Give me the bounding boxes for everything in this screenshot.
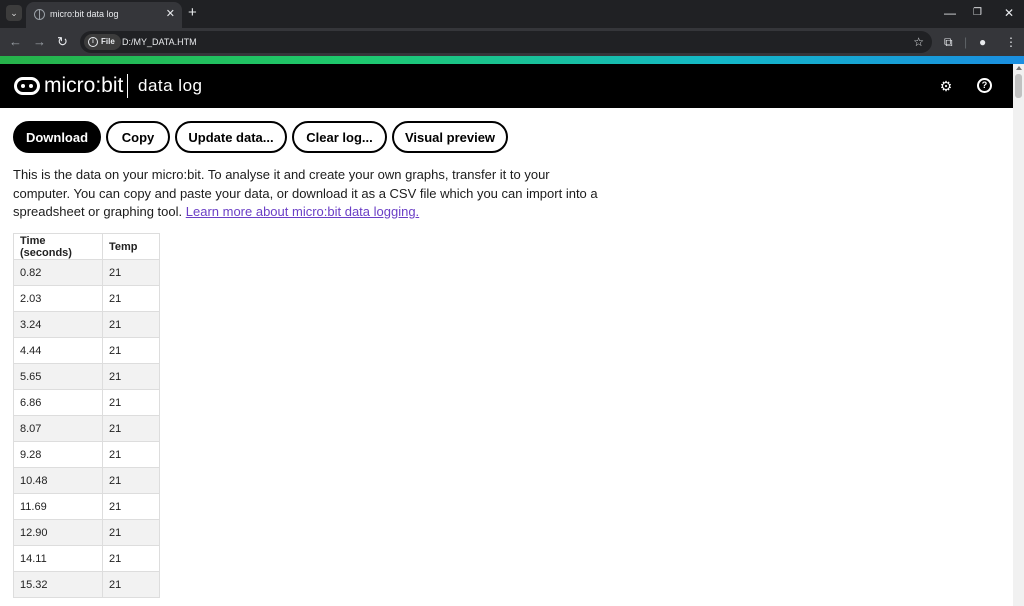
cell-time: 3.24: [13, 311, 103, 338]
cell-time: 12.90: [13, 519, 103, 546]
table-header-row: Time (seconds) Temp: [13, 233, 160, 260]
menu-kebab-icon[interactable]: ⋮: [1005, 34, 1017, 50]
cell-time: 9.28: [13, 441, 103, 468]
column-header-time: Time (seconds): [13, 233, 103, 260]
download-button[interactable]: Download: [13, 121, 101, 153]
browser-tab-bar: ⌄ micro:bit data log ✕ + — ❐ ✕: [0, 0, 1024, 28]
microbit-logo-icon: [14, 77, 40, 95]
site-info-chip[interactable]: i File: [84, 34, 121, 50]
cell-temp: 21: [102, 441, 160, 468]
extensions-icon[interactable]: ⧉: [944, 34, 953, 50]
scroll-thumb[interactable]: [1015, 74, 1022, 98]
help-icon[interactable]: ?: [977, 78, 992, 93]
table-row: 11.69 21: [13, 493, 160, 520]
table-row: 10.48 21: [13, 467, 160, 494]
table-body: 0.82 21 2.03 21 3.24 21 4.44 21 5.65 21 6.86 21 8.07…: [13, 259, 160, 598]
tab-title: micro:bit data log: [50, 9, 119, 19]
table-row: 9.28 21: [13, 441, 160, 468]
data-log-table: Time (seconds) Temp 0.82 21 2.03 21 3.24 21 4.…: [13, 233, 160, 598]
column-header-temp: Temp: [102, 233, 160, 260]
learn-more-link[interactable]: Learn more about micro:bit data logging.: [186, 204, 419, 219]
cell-time: 8.07: [13, 415, 103, 442]
cell-temp: 21: [102, 259, 160, 286]
table-row: 12.90 21: [13, 519, 160, 546]
cell-temp: 21: [102, 545, 160, 572]
site-info-label: File: [101, 37, 115, 46]
new-tab-button[interactable]: +: [188, 4, 197, 22]
cell-temp: 21: [102, 519, 160, 546]
restore-icon[interactable]: ❐: [973, 5, 982, 21]
cell-time: 15.32: [13, 571, 103, 598]
bookmark-star-icon[interactable]: ☆: [913, 33, 924, 51]
table-row: 5.65 21: [13, 363, 160, 390]
intro-paragraph: This is the data on your micro:bit. To a…: [13, 166, 598, 222]
app-title: data log: [138, 76, 203, 95]
profile-icon[interactable]: ●: [979, 34, 986, 50]
cell-temp: 21: [102, 571, 160, 598]
globe-icon: [34, 9, 45, 20]
cell-temp: 21: [102, 363, 160, 390]
cell-temp: 21: [102, 337, 160, 364]
table-row: 3.24 21: [13, 311, 160, 338]
cell-temp: 21: [102, 415, 160, 442]
cell-temp: 21: [102, 389, 160, 416]
tab-close-icon[interactable]: ✕: [166, 7, 175, 21]
table-row: 4.44 21: [13, 337, 160, 364]
table-row: 8.07 21: [13, 415, 160, 442]
copy-button[interactable]: Copy: [106, 121, 170, 153]
table-row: 0.82 21: [13, 259, 160, 286]
app-header: micro:bit data log ⚙ ?: [0, 64, 1013, 108]
cell-time: 4.44: [13, 337, 103, 364]
cell-time: 14.11: [13, 545, 103, 572]
toolbar-divider: |: [964, 35, 968, 49]
url-text: D:/MY_DATA.HTM: [122, 37, 197, 47]
browser-tab[interactable]: micro:bit data log ✕: [26, 2, 182, 28]
cell-temp: 21: [102, 285, 160, 312]
table-row: 15.32 21: [13, 571, 160, 598]
page-scrollbar[interactable]: [1013, 64, 1024, 606]
minimize-icon[interactable]: —: [944, 5, 956, 21]
cell-time: 5.65: [13, 363, 103, 390]
cell-temp: 21: [102, 467, 160, 494]
table-row: 6.86 21: [13, 389, 160, 416]
visual-preview-button[interactable]: Visual preview: [392, 121, 508, 153]
cell-temp: 21: [102, 311, 160, 338]
scroll-up-arrow-icon[interactable]: [1016, 66, 1022, 70]
address-bar[interactable]: i File D:/MY_DATA.HTM ☆: [80, 31, 932, 53]
info-icon: i: [88, 36, 98, 47]
update-data-button[interactable]: Update data...: [175, 121, 287, 153]
cell-time: 11.69: [13, 493, 103, 520]
tab-search-chevron-icon[interactable]: ⌄: [6, 5, 22, 21]
cell-time: 6.86: [13, 389, 103, 416]
cell-time: 2.03: [13, 285, 103, 312]
logo-text: micro:bit: [44, 74, 124, 97]
cell-temp: 21: [102, 493, 160, 520]
logo-divider: [127, 74, 128, 98]
brand-gradient-bar: [0, 56, 1024, 64]
table-row: 14.11 21: [13, 545, 160, 572]
browser-toolbar: ← → ↻ i File D:/MY_DATA.HTM ☆ ⧉ | ● ⋮: [0, 28, 1024, 56]
back-icon[interactable]: ←: [9, 34, 22, 50]
reload-icon[interactable]: ↻: [57, 34, 68, 50]
clear-log-button[interactable]: Clear log...: [292, 121, 387, 153]
table-row: 2.03 21: [13, 285, 160, 312]
settings-gear-icon[interactable]: ⚙: [938, 78, 954, 94]
forward-icon[interactable]: →: [33, 34, 46, 50]
window-close-icon[interactable]: ✕: [1004, 5, 1014, 21]
cell-time: 10.48: [13, 467, 103, 494]
cell-time: 0.82: [13, 259, 103, 286]
